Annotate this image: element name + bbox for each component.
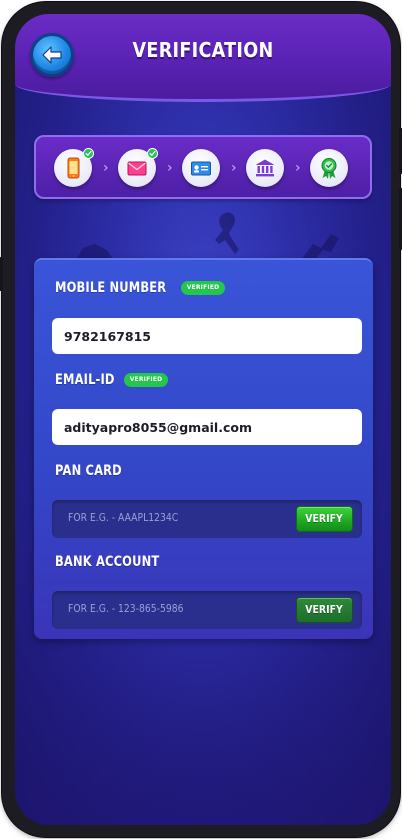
- mobile-number-label: MOBILE NUMBER: [55, 280, 167, 296]
- id-card-icon: [191, 161, 211, 176]
- bank-label-row: BANK ACCOUNT: [55, 554, 182, 570]
- step-pan-card: [182, 149, 220, 187]
- phone-side-button: [0, 257, 3, 291]
- step-bank: [246, 149, 284, 187]
- pan-card-label: PAN CARD: [55, 463, 122, 479]
- chevron-right-icon: ›: [167, 160, 173, 176]
- step-email: [118, 148, 158, 187]
- award-badge-icon: [321, 158, 337, 179]
- email-field[interactable]: adityapro8055@gmail.com: [52, 409, 362, 445]
- verification-stepper: › › › ›: [34, 135, 372, 199]
- envelope-icon: [127, 161, 147, 176]
- email-label-row: EMAIL-ID VERIFIED: [55, 372, 169, 388]
- chevron-right-icon: ›: [103, 160, 109, 176]
- pan-card-input[interactable]: FOR E.G. - AAAPL1234C VERIFY: [52, 500, 362, 538]
- verification-form: MOBILE NUMBER VERIFIED 9782167815 EMAIL-…: [34, 258, 373, 639]
- pan-card-placeholder: FOR E.G. - AAAPL1234C: [68, 511, 179, 524]
- bank-account-label: BANK ACCOUNT: [55, 554, 160, 570]
- pan-label-row: PAN CARD: [55, 463, 137, 479]
- step-complete: [310, 149, 348, 187]
- app-header: VERIFICATION: [15, 14, 391, 102]
- background-figure-icon: [215, 212, 239, 254]
- phone-frame: VERIFICATION › › › › MOBILE NUMBER VERIF…: [0, 2, 402, 837]
- bank-icon: [255, 159, 275, 177]
- email-id-label: EMAIL-ID: [55, 372, 115, 388]
- mobile-number-field[interactable]: 9782167815: [52, 318, 362, 354]
- pan-verify-button[interactable]: VERIFY: [296, 506, 353, 532]
- email-verified-badge: VERIFIED: [123, 373, 169, 387]
- check-icon: [147, 148, 158, 159]
- bank-verify-button[interactable]: VERIFY: [296, 597, 353, 623]
- bank-account-placeholder: FOR E.G. - 123-865-5986: [68, 602, 184, 615]
- chevron-right-icon: ›: [295, 160, 301, 176]
- step-mobile: [54, 148, 94, 187]
- mobile-verified-badge: VERIFIED: [180, 281, 226, 295]
- check-icon: [83, 148, 94, 159]
- app-screen: VERIFICATION › › › › MOBILE NUMBER VERIF…: [15, 14, 391, 825]
- chevron-right-icon: ›: [231, 160, 237, 176]
- mobile-phone-icon: [67, 157, 80, 179]
- bank-account-input[interactable]: FOR E.G. - 123-865-5986 VERIFY: [52, 591, 362, 629]
- mobile-label-row: MOBILE NUMBER VERIFIED: [55, 280, 226, 296]
- page-title: VERIFICATION: [132, 38, 274, 62]
